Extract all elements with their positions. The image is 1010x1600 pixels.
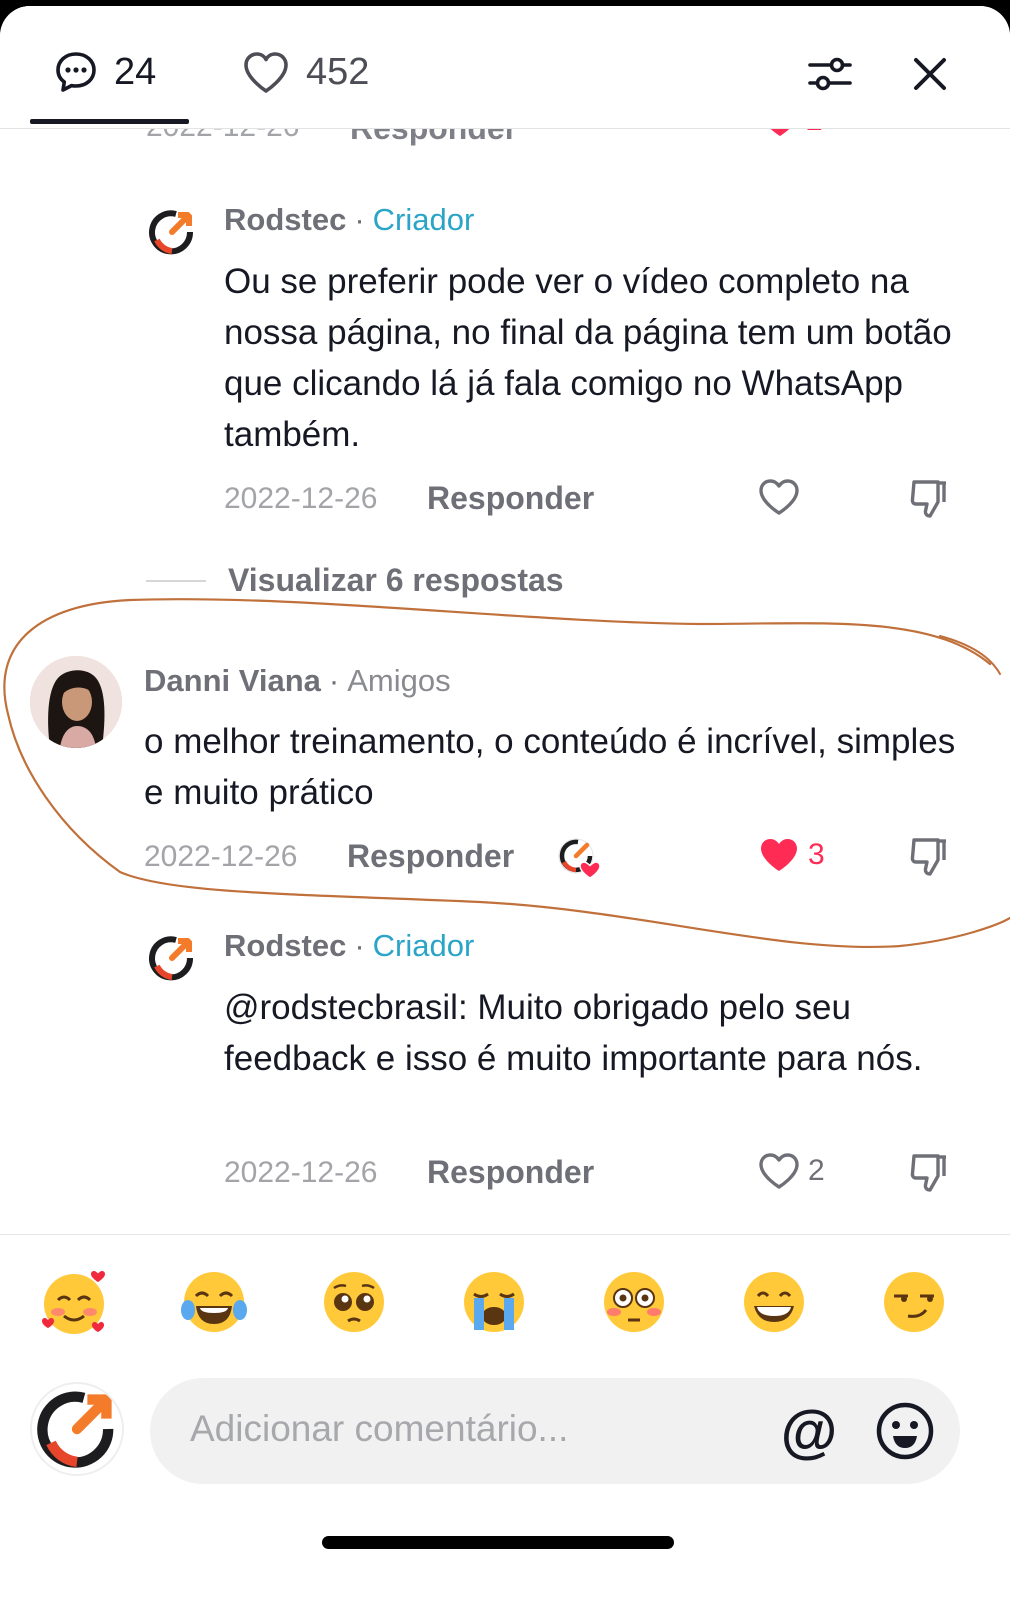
grinning-face-emoji[interactable]: [738, 1266, 810, 1338]
heart-outline-icon: [759, 1153, 799, 1189]
quick-emoji-bar: [0, 1266, 1010, 1346]
like-count: 2: [808, 1154, 825, 1187]
emoji-face-icon: [876, 1402, 934, 1460]
sliders-icon: [808, 57, 852, 91]
likes-tab[interactable]: 452: [242, 44, 369, 100]
reply-button[interactable]: Responder: [347, 838, 514, 875]
smirking-face-emoji[interactable]: [878, 1266, 950, 1338]
avatar[interactable]: [30, 656, 122, 748]
emoji-picker-button[interactable]: [874, 1400, 936, 1462]
reply-button[interactable]: Responder: [427, 1154, 594, 1191]
creator-tag: Criador: [372, 928, 475, 963]
like-count: 452: [306, 50, 370, 93]
comment-bubble-icon: [56, 52, 96, 92]
like-count: 3: [808, 838, 825, 871]
divider-line: [146, 579, 206, 582]
comments-sheet: 24 452 2022-12-26 Responder Rodstec · Cr…: [0, 6, 1010, 1600]
filter-button[interactable]: [802, 46, 858, 102]
creator-liked-badge: [556, 836, 602, 880]
comments-tab[interactable]: 24: [54, 44, 156, 100]
comment-text: @rodstecbrasil: Muito obrigado pelo seu …: [224, 988, 923, 1078]
heart-filled-icon: [761, 839, 797, 871]
comment-date: 2022-12-26: [224, 1156, 378, 1189]
user-avatar-photo: [30, 656, 122, 748]
comment-composer: Adicionar comentário... @: [28, 1378, 988, 1488]
friend-tag: Amigos: [347, 663, 451, 698]
avatar[interactable]: [146, 206, 198, 258]
comment-author-line: Danni Viana · Amigos: [144, 663, 451, 698]
comment-actions: 2022-12-26 Responder 3: [144, 838, 964, 880]
comment-count: 24: [114, 50, 157, 93]
at-sign-icon: @: [780, 1398, 838, 1464]
creator-heart-icon: [558, 838, 601, 879]
comment-input[interactable]: Adicionar comentário... @: [150, 1378, 960, 1484]
thumbs-down-icon: [910, 480, 946, 518]
heart-outline-icon: [759, 479, 799, 515]
comment-text: o melhor treinamento, o conteúdo é incrí…: [144, 722, 956, 812]
avatar[interactable]: [146, 932, 198, 984]
rodstec-logo-icon: [32, 1384, 122, 1474]
username[interactable]: Rodstec: [224, 928, 346, 963]
current-user-avatar[interactable]: [32, 1384, 122, 1474]
comment-author-line: Rodstec · Criador: [224, 928, 475, 963]
active-tab-indicator: [30, 119, 189, 124]
reply-button[interactable]: Responder: [427, 480, 594, 517]
comment-author-line: Rodstec · Criador: [224, 202, 475, 237]
view-replies-link[interactable]: Visualizar 6 respostas: [146, 562, 564, 599]
flushed-face-emoji[interactable]: [598, 1266, 670, 1338]
thumbs-down-icon: [910, 1154, 946, 1192]
close-button[interactable]: [902, 46, 958, 102]
rodstec-logo-icon: [146, 206, 198, 258]
heart-outline-icon: [244, 52, 288, 93]
composer-divider: [0, 1234, 1010, 1235]
username[interactable]: Danni Viana: [144, 663, 321, 698]
smiling-face-hearts-emoji[interactable]: [38, 1266, 110, 1338]
comment-date: 2022-12-26: [144, 840, 298, 873]
like-button[interactable]: 3: [758, 836, 825, 874]
dislike-button[interactable]: [908, 1152, 950, 1199]
dislike-button[interactable]: [908, 836, 950, 883]
comment-text: Ou se preferir pode ver o vídeo completo…: [224, 262, 952, 454]
pleading-face-emoji[interactable]: [318, 1266, 390, 1338]
comment-actions: 2022-12-26 Responder 2: [224, 1153, 964, 1196]
username[interactable]: Rodstec: [224, 202, 346, 237]
comments-header: 24 452: [0, 6, 1010, 129]
rodstec-logo-icon: [146, 932, 198, 984]
tears-of-joy-emoji[interactable]: [178, 1266, 250, 1338]
close-icon: [914, 58, 946, 90]
view-replies-label: Visualizar 6 respostas: [228, 562, 564, 598]
dislike-button[interactable]: [908, 478, 950, 525]
comment-actions: 2022-12-26 Responder: [224, 479, 964, 522]
like-button[interactable]: [758, 478, 800, 516]
comment-date: 2022-12-26: [224, 482, 378, 515]
thumbs-down-icon: [910, 838, 946, 876]
comment-input-placeholder: Adicionar comentário...: [190, 1408, 569, 1449]
mention-button[interactable]: @: [778, 1398, 840, 1464]
loudly-crying-emoji[interactable]: [458, 1266, 530, 1338]
like-button[interactable]: 2: [758, 1152, 825, 1190]
creator-tag: Criador: [372, 202, 475, 237]
home-indicator: [322, 1536, 674, 1549]
